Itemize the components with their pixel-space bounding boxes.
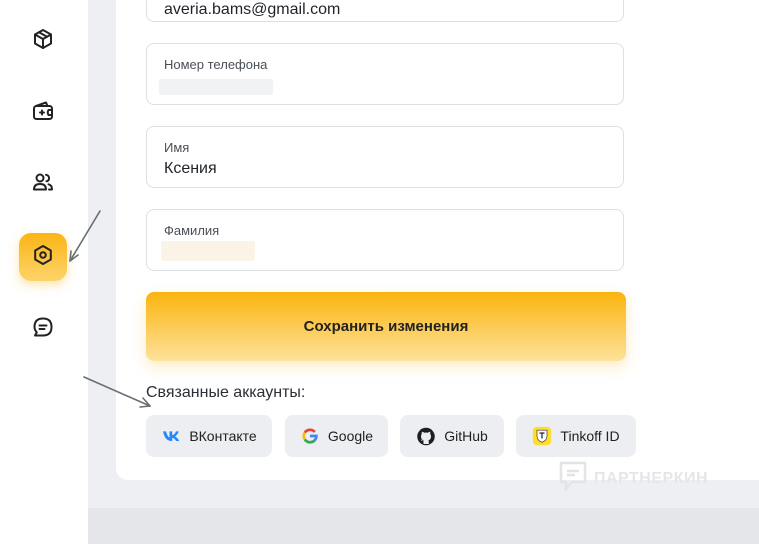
annotation-arrow-accounts [83,376,151,407]
annotation-arrows [69,210,151,408]
annotation-arrow-settings [69,210,101,262]
